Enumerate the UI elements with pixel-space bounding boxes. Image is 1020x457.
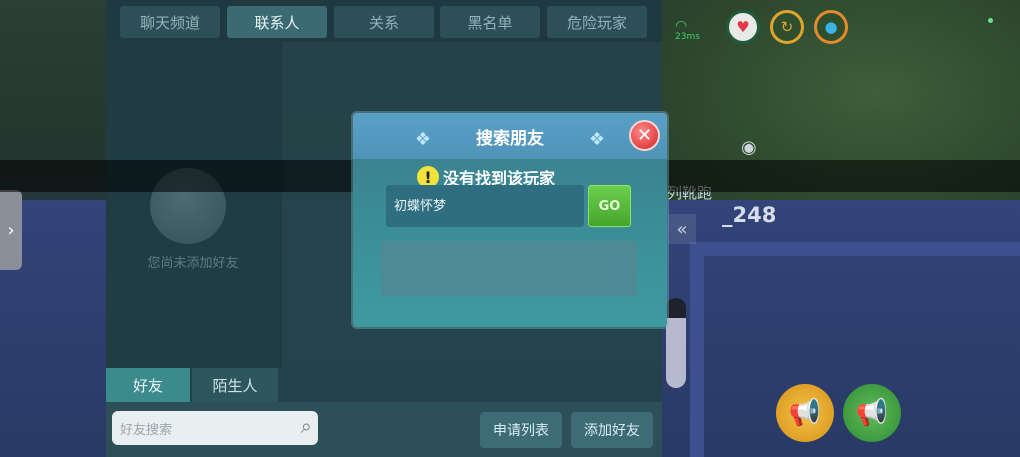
refresh-icon[interactable]: ↻ <box>770 10 804 44</box>
column-divider <box>280 42 282 368</box>
wifi-icon: ◠ <box>675 18 688 34</box>
megaphone-green-icon[interactable]: 📢 <box>843 384 901 442</box>
tab-blacklist[interactable]: 黑名单 <box>440 6 540 38</box>
tab-relations[interactable]: 关系 <box>334 6 434 38</box>
add-friend-button[interactable]: 添加好友 <box>571 412 653 448</box>
megaphone-gold-icon[interactable]: 📢 <box>776 384 834 442</box>
ornament-left-icon: ❖ <box>414 128 432 150</box>
apply-list-button[interactable]: 申请列表 <box>480 412 562 448</box>
ornament-right-icon: ❖ <box>588 128 606 150</box>
heart-icon[interactable]: ♥ <box>726 10 760 44</box>
search-result-area <box>381 241 637 296</box>
player-name-line2: _248 <box>722 203 777 227</box>
minimap-dot <box>988 18 993 23</box>
chevron-right-icon: › <box>7 219 15 241</box>
signal-indicator: ◠ 23ms <box>675 18 700 42</box>
tab-chat-channel[interactable]: 聊天频道 <box>120 6 220 38</box>
friend-search-input[interactable]: 好友搜索 ⌕ <box>112 411 318 445</box>
player-name-input[interactable]: 初蝶怀梦 <box>386 185 584 227</box>
eye-icon[interactable]: ◉ <box>741 137 757 158</box>
go-button[interactable]: GO <box>588 185 631 227</box>
drop-icon[interactable]: ● <box>814 10 848 44</box>
close-icon[interactable]: ✕ <box>629 120 660 151</box>
subtab-strangers[interactable]: 陌生人 <box>192 368 278 402</box>
subtab-friends[interactable]: 好友 <box>106 368 190 402</box>
player-character <box>666 298 686 388</box>
search-placeholder: 好友搜索 <box>120 422 173 438</box>
collapse-arrow-icon[interactable]: « <box>668 214 696 244</box>
empty-friends-text: 您尚未添加好友 <box>147 256 239 271</box>
signal-text: 23ms <box>675 32 700 42</box>
tab-contacts[interactable]: 联系人 <box>227 6 327 38</box>
search-icon[interactable]: ⌕ <box>301 414 312 438</box>
tab-dangerous-players[interactable]: 危险玩家 <box>547 6 647 38</box>
dialog-title: 搜索朋友 <box>476 129 544 149</box>
side-expand-handle[interactable]: › <box>0 190 22 270</box>
